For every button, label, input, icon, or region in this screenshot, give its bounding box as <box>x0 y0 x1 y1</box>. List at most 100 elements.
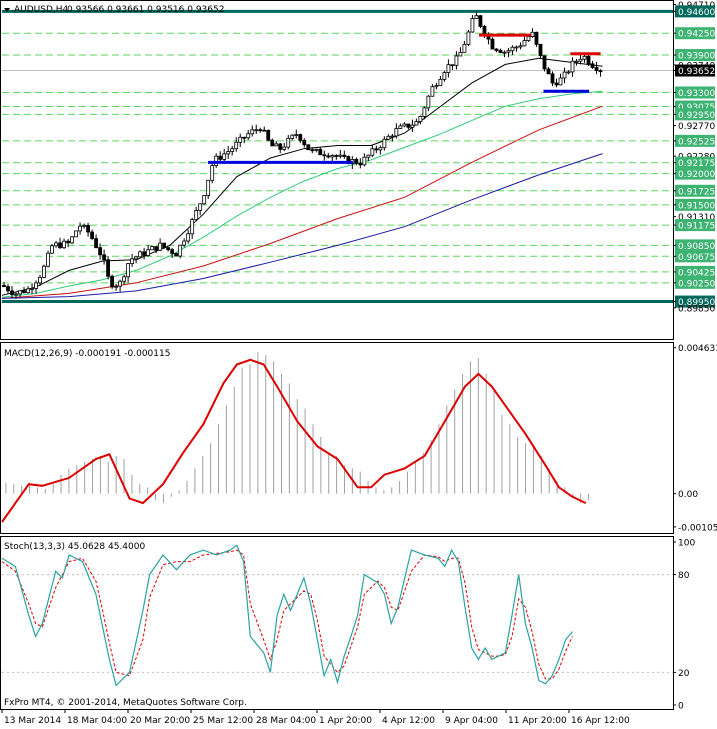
candle-body <box>278 143 283 150</box>
candle-body <box>222 153 227 160</box>
candle-body <box>570 60 575 73</box>
candle-body <box>598 70 603 73</box>
candle-body <box>458 51 463 57</box>
candle-body <box>322 154 327 157</box>
macd-title: MACD(12,26,9) -0.000191 -0.000115 <box>4 349 170 359</box>
candle-body <box>466 31 471 45</box>
candle-body <box>514 46 519 49</box>
candle-body <box>506 50 511 53</box>
candle-body <box>438 78 443 86</box>
candle-body <box>354 159 359 164</box>
candle-body <box>374 148 379 151</box>
time-tick-label: 13 Mar 2014 <box>4 716 61 726</box>
candle-body <box>218 155 223 160</box>
candle-body <box>178 244 183 257</box>
candle-body <box>334 155 339 157</box>
candle-body <box>342 154 347 157</box>
candle-body <box>530 31 535 37</box>
candle-body <box>310 149 315 152</box>
candle-body <box>34 282 38 289</box>
macd-tick-label: 0.00 <box>678 490 698 500</box>
candle-body <box>326 155 331 158</box>
candle-body <box>418 115 423 122</box>
candle-body <box>558 77 563 86</box>
candle-body <box>62 240 66 249</box>
price-tick-label: 0.91175 <box>678 222 715 232</box>
candle-body <box>478 15 483 27</box>
candle-body <box>94 238 98 249</box>
candle-body <box>138 251 143 258</box>
time-tick-label: 9 Apr 04:00 <box>445 716 498 726</box>
candle-body <box>186 233 191 242</box>
candle-body <box>554 82 559 86</box>
candle-body <box>318 148 323 156</box>
candle-body <box>586 55 591 65</box>
stoch-tick-label: 0 <box>678 702 684 712</box>
candle-body <box>590 63 595 68</box>
candle-body <box>174 253 179 257</box>
price-tick-label: 0.90675 <box>678 253 715 263</box>
candle-body <box>58 242 62 249</box>
candle-body <box>406 123 411 128</box>
candle-body <box>242 136 247 139</box>
candle-body <box>522 40 527 47</box>
stochastic-axis: 100 80 20 0 <box>673 539 695 712</box>
time-tick-label: 11 Apr 20:00 <box>508 716 567 726</box>
candle-body <box>262 129 267 132</box>
candle-body <box>250 129 255 135</box>
symbol-header: AUDUSD,H4 <box>14 5 69 15</box>
candle-body <box>258 129 263 132</box>
candle-body <box>270 139 275 147</box>
price-tick-label: 0.91500 <box>678 201 715 211</box>
candle-body <box>306 144 311 151</box>
price-tick-label: 0.92525 <box>678 137 715 147</box>
candle-body <box>194 210 199 220</box>
price-tick-label: 0.94600 <box>678 8 715 18</box>
candle-body <box>38 276 42 284</box>
candle-body <box>162 242 167 248</box>
copyright-footer: FxPro MT4, © 2001-2014, MetaQuotes Softw… <box>4 698 247 708</box>
candle-body <box>582 55 587 60</box>
price-tick-label: 0.92950 <box>678 111 715 121</box>
candle-body <box>22 290 26 294</box>
candle-body <box>86 224 90 233</box>
candle-body <box>102 254 106 261</box>
ohlc-header: 0.93566 0.93661 0.93516 0.93652 <box>67 5 224 15</box>
candle-body <box>542 55 547 70</box>
candle-body <box>266 130 271 141</box>
price-tick-label: 0.93652 <box>678 67 715 77</box>
candle-body <box>202 195 207 205</box>
candle-body <box>494 48 499 51</box>
candle-body <box>366 154 371 158</box>
price-axis: 0.947100.946000.942500.939000.937400.936… <box>673 1 715 314</box>
price-tick-label: 0.90250 <box>678 279 715 289</box>
macd-tick-label: -0.001056 <box>678 523 717 533</box>
price-tick-label: 0.89850 <box>678 304 715 314</box>
candle-body <box>454 55 459 66</box>
candle-body <box>82 224 86 227</box>
stoch-tick-label: 20 <box>678 669 690 679</box>
candle-body <box>114 285 119 288</box>
chart-window: 0.947100.946000.942500.939000.937400.936… <box>0 0 717 729</box>
candle-body <box>534 31 539 45</box>
price-tick-label: 0.93900 <box>678 52 715 62</box>
candle-body <box>546 68 551 75</box>
candle-body <box>550 73 555 84</box>
time-tick-label: 16 Apr 12:00 <box>571 716 630 726</box>
candle-body <box>382 138 387 149</box>
candle-body <box>210 165 215 181</box>
candle-body <box>146 249 151 256</box>
candle-body <box>286 137 291 148</box>
candle-body <box>386 135 391 140</box>
candle-body <box>74 230 78 238</box>
price-tick-label: 0.93300 <box>678 89 715 99</box>
candle-body <box>206 179 211 196</box>
candle-body <box>298 134 303 141</box>
candle-body <box>446 64 451 73</box>
candle-body <box>182 240 187 246</box>
candle-body <box>526 36 531 41</box>
candle-body <box>378 147 383 151</box>
macd-axis: 0.004631 0.00 -0.001056 <box>673 344 717 533</box>
price-tick-label: 0.92000 <box>678 170 715 180</box>
candle-body <box>246 133 251 139</box>
